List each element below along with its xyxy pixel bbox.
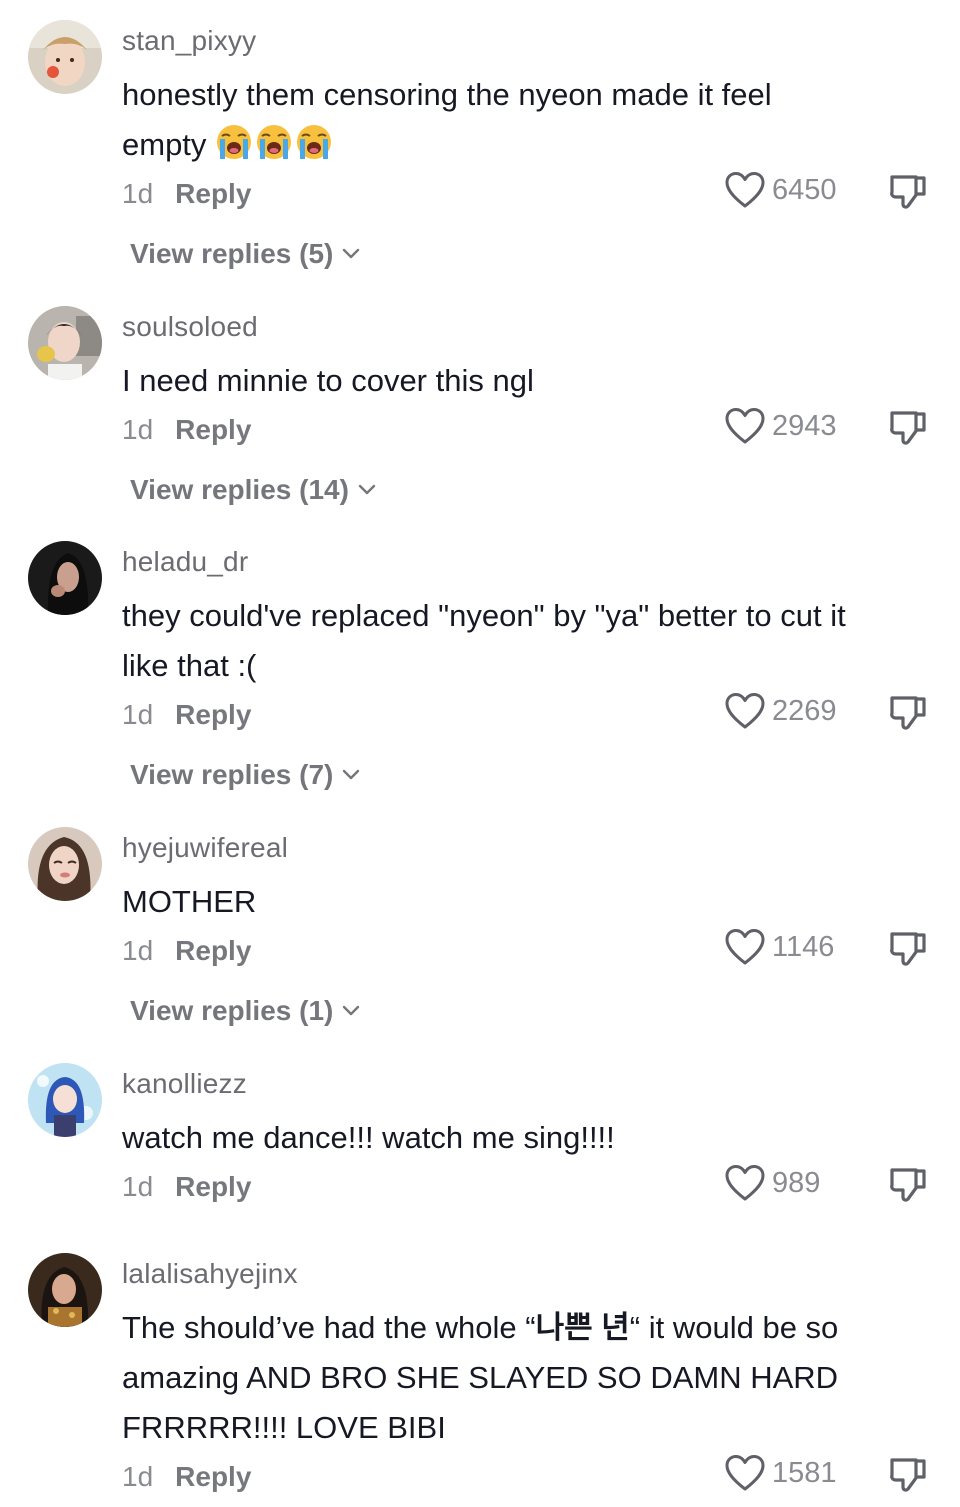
comment-text-segment: The should’ve had the whole “ <box>122 1310 536 1345</box>
dislike-button[interactable] <box>886 406 930 455</box>
view-replies-button[interactable]: View replies (1) <box>130 995 361 1027</box>
chevron-down-icon <box>341 247 361 261</box>
reply-button[interactable]: Reply <box>175 178 251 209</box>
comment-meta: 1d Reply <box>122 178 251 210</box>
thumbs-down-icon <box>886 406 930 450</box>
reply-button[interactable]: Reply <box>175 1461 251 1492</box>
loudly-crying-face-icon <box>215 123 253 161</box>
comment-text-line: MOTHER <box>122 884 257 919</box>
comment-text: MOTHER <box>122 877 932 927</box>
comment-time: 1d <box>122 1461 154 1492</box>
avatar[interactable] <box>28 306 102 380</box>
chevron-down-icon <box>357 483 377 497</box>
comment-text: The should’ve had the whole “나쁜 년“ it wo… <box>122 1303 932 1453</box>
like-count: 1146 <box>772 930 835 963</box>
comment-text-segment: “ it would be so <box>629 1310 839 1345</box>
comment-time: 1d <box>122 414 154 445</box>
like-button[interactable]: 2943 <box>724 406 837 446</box>
dislike-button[interactable] <box>886 1163 930 1212</box>
comment-text-line: I need minnie to cover this ngl <box>122 363 534 398</box>
view-replies-button[interactable]: View replies (5) <box>130 238 361 270</box>
avatar[interactable] <box>28 1253 102 1327</box>
comment-text-line: like that :( <box>122 648 257 683</box>
comment-text-line: watch me dance!!! watch me sing!!!! <box>122 1120 615 1155</box>
heart-outline-icon <box>724 406 766 446</box>
thumbs-down-icon <box>886 927 930 971</box>
loudly-crying-face-icon <box>255 123 293 161</box>
view-replies-label: View replies (5) <box>130 238 334 269</box>
comment-meta: 1d Reply <box>122 935 251 967</box>
view-replies-label: View replies (14) <box>130 474 349 505</box>
dislike-button[interactable] <box>886 691 930 740</box>
comment-meta: 1d Reply <box>122 1461 251 1493</box>
comment-text-line: empty <box>122 120 932 170</box>
chevron-down-icon <box>341 768 361 782</box>
comment-text-line: The should’ve had the whole “나쁜 년“ it wo… <box>122 1303 932 1353</box>
avatar[interactable] <box>28 541 102 615</box>
view-replies-label: View replies (1) <box>130 995 334 1026</box>
thumbs-down-icon <box>886 1163 930 1207</box>
comment-time: 1d <box>122 935 154 966</box>
comment-username[interactable]: soulsoloed <box>122 311 258 343</box>
comment-meta: 1d Reply <box>122 414 251 446</box>
heart-outline-icon <box>724 691 766 731</box>
view-replies-button[interactable]: View replies (7) <box>130 759 361 791</box>
comment-text-line: FRRRRR!!!! LOVE BIBI <box>122 1410 446 1445</box>
reply-button[interactable]: Reply <box>175 699 251 730</box>
thumbs-down-icon <box>886 691 930 735</box>
reply-button[interactable]: Reply <box>175 1171 251 1202</box>
comment-text: I need minnie to cover this ngl <box>122 356 932 406</box>
like-button[interactable]: 6450 <box>724 170 837 210</box>
thumbs-down-icon <box>886 170 930 214</box>
comment-username[interactable]: lalalisahyejinx <box>122 1258 298 1290</box>
like-count: 2943 <box>772 409 837 442</box>
comment-text-line: amazing AND BRO SHE SLAYED SO DAMN HARD <box>122 1360 839 1395</box>
comment-text-line: they could've replaced "nyeon" by "ya" b… <box>122 598 846 633</box>
comment-time: 1d <box>122 178 154 209</box>
like-button[interactable]: 1146 <box>724 927 834 967</box>
like-button[interactable]: 1581 <box>724 1453 837 1493</box>
comment-text: honestly them censoring the nyeon made i… <box>122 70 932 170</box>
comment-text-segment: 나쁜 년 <box>535 1310 630 1345</box>
comment-username[interactable]: heladu_dr <box>122 546 248 578</box>
avatar[interactable] <box>28 1063 102 1137</box>
dislike-button[interactable] <box>886 927 930 976</box>
comment-meta: 1d Reply <box>122 699 251 731</box>
view-replies-button[interactable]: View replies (14) <box>130 474 377 506</box>
comment-username[interactable]: stan_pixyy <box>122 25 256 57</box>
like-button[interactable]: 2269 <box>724 691 837 731</box>
view-replies-label: View replies (7) <box>130 759 334 790</box>
comment-time: 1d <box>122 1171 154 1202</box>
comment-username[interactable]: kanolliezz <box>122 1068 247 1100</box>
heart-outline-icon <box>724 927 766 967</box>
like-count: 2269 <box>772 694 837 727</box>
comment-meta: 1d Reply <box>122 1171 251 1203</box>
comment-time: 1d <box>122 699 154 730</box>
dislike-button[interactable] <box>886 1453 930 1502</box>
like-button[interactable]: 989 <box>724 1163 820 1203</box>
avatar[interactable] <box>28 827 102 901</box>
loudly-crying-face-icon <box>295 123 333 161</box>
avatar[interactable] <box>28 20 102 94</box>
comment-text-line: honestly them censoring the nyeon made i… <box>122 77 772 112</box>
like-count: 989 <box>772 1166 821 1199</box>
comment-text: they could've replaced "nyeon" by "ya" b… <box>122 591 932 691</box>
dislike-button[interactable] <box>886 170 930 219</box>
thumbs-down-icon <box>886 1453 930 1497</box>
chevron-down-icon <box>341 1004 361 1018</box>
reply-button[interactable]: Reply <box>175 414 251 445</box>
comment-username[interactable]: hyejuwifereal <box>122 832 288 864</box>
heart-outline-icon <box>724 1453 766 1493</box>
heart-outline-icon <box>724 1163 766 1203</box>
comment-text-segment: empty <box>122 127 207 162</box>
like-count: 6450 <box>772 173 837 206</box>
comment-text: watch me dance!!! watch me sing!!!! <box>122 1113 932 1163</box>
heart-outline-icon <box>724 170 766 210</box>
reply-button[interactable]: Reply <box>175 935 251 966</box>
like-count: 1581 <box>772 1456 837 1489</box>
